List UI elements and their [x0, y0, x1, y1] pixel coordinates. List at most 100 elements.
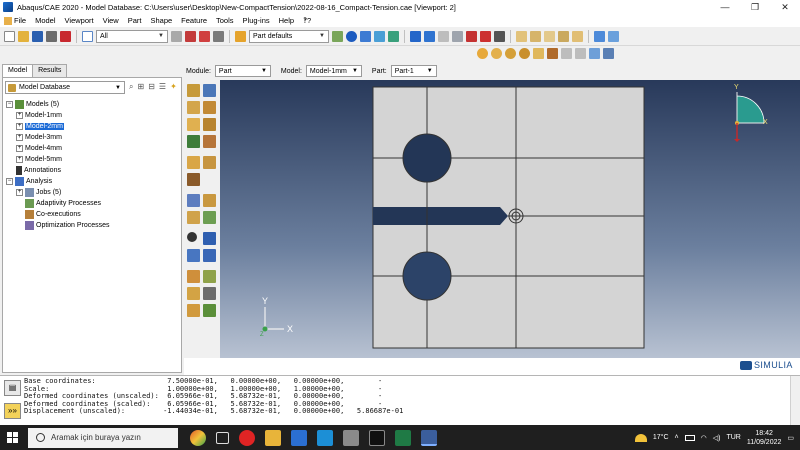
- create-part-icon[interactable]: [187, 84, 200, 97]
- task-view-icon[interactable]: [216, 431, 229, 444]
- tree-model-3mm[interactable]: + Model-3mm: [6, 132, 180, 143]
- datum-axis-icon[interactable]: [203, 232, 216, 245]
- partition-face-icon[interactable]: [203, 194, 216, 207]
- wifi-icon[interactable]: ◠: [701, 434, 707, 442]
- cortana-icon[interactable]: [190, 429, 206, 446]
- hidden-line-icon[interactable]: [491, 48, 502, 59]
- select-tool-icon[interactable]: [171, 30, 182, 42]
- create-cut-icon[interactable]: [203, 118, 216, 131]
- options-icon[interactable]: ☰: [159, 82, 166, 92]
- opera-icon[interactable]: [239, 429, 255, 446]
- select-arrow-icon[interactable]: [82, 30, 93, 42]
- datum-point-icon[interactable]: [187, 232, 197, 242]
- view-triad-icon[interactable]: [736, 95, 765, 124]
- message-area-toggle-button[interactable]: ▤: [4, 380, 21, 396]
- volume-icon[interactable]: ◁): [713, 434, 721, 442]
- part-drawing[interactable]: Y X Y X Z: [220, 80, 800, 358]
- app-icon[interactable]: [343, 429, 359, 446]
- create-chamfer-icon[interactable]: [203, 135, 216, 148]
- magnify-icon[interactable]: [438, 30, 449, 42]
- menu-tools[interactable]: Tools: [216, 16, 234, 25]
- pattern-icon[interactable]: [203, 156, 216, 169]
- tree-model-2mm[interactable]: + Model-2mm: [6, 121, 180, 132]
- partition-edge-icon[interactable]: [187, 194, 200, 207]
- open-folder-icon[interactable]: [18, 30, 29, 42]
- tree-models[interactable]: − Models (5): [6, 99, 180, 110]
- menu-file[interactable]: File: [4, 16, 26, 25]
- auto-fit-icon[interactable]: [480, 30, 491, 42]
- menu-view[interactable]: View: [103, 16, 119, 25]
- part-manager-icon[interactable]: [203, 84, 216, 97]
- datum-csys-icon[interactable]: [203, 249, 216, 262]
- module-select[interactable]: Part ▼: [214, 65, 271, 77]
- selection-options-icon[interactable]: [213, 30, 224, 42]
- tab-model[interactable]: Model: [2, 64, 34, 78]
- python-prompt-button[interactable]: »»: [4, 403, 21, 419]
- media-player-icon[interactable]: [317, 429, 333, 446]
- partition-cell-icon[interactable]: [187, 211, 200, 224]
- filter-icon[interactable]: ⌕: [129, 82, 133, 92]
- menu-shape[interactable]: Shape: [150, 16, 172, 25]
- tree-model-1mm[interactable]: + Model-1mm: [6, 110, 180, 121]
- print-icon[interactable]: [46, 30, 57, 42]
- cube-view-icon[interactable]: [374, 30, 385, 42]
- view-front-icon[interactable]: [516, 30, 527, 42]
- translucency-icon[interactable]: [589, 48, 600, 59]
- extrude-solid-icon[interactable]: [187, 101, 200, 114]
- terminal-icon[interactable]: [369, 429, 385, 446]
- expand-toggle-icon[interactable]: +: [16, 189, 23, 196]
- shaded-edges-icon[interactable]: [519, 48, 530, 59]
- view-bottom-icon[interactable]: [572, 30, 583, 42]
- assign-icon[interactable]: [187, 304, 200, 317]
- red-tool-icon[interactable]: [60, 30, 71, 42]
- tree-annotations[interactable]: Annotations: [6, 165, 180, 176]
- notification-icon[interactable]: ▭: [787, 434, 794, 442]
- tab-results[interactable]: Results: [32, 64, 68, 78]
- view-top-icon[interactable]: [558, 30, 569, 42]
- view-manager-icon[interactable]: [594, 30, 605, 42]
- partition-split-icon[interactable]: [203, 211, 216, 224]
- render-style-select[interactable]: Part defaults ▼: [249, 29, 329, 43]
- tool-manager-icon[interactable]: [203, 304, 216, 317]
- rotate-icon[interactable]: [424, 30, 435, 42]
- excel-icon[interactable]: [395, 429, 411, 446]
- cycle-views-icon[interactable]: [494, 30, 505, 42]
- sketch-icon[interactable]: [187, 270, 200, 283]
- collapse-toggle-icon[interactable]: −: [6, 178, 13, 185]
- collapse-toggle-icon[interactable]: −: [6, 101, 13, 108]
- expand-toggle-icon[interactable]: +: [16, 134, 23, 141]
- part-select[interactable]: Part-1 ▼: [390, 65, 437, 77]
- viewport[interactable]: Y X Y X Z: [220, 80, 800, 358]
- geometry-edit-icon[interactable]: [203, 287, 216, 300]
- select-red-icon[interactable]: [199, 30, 210, 42]
- store-icon[interactable]: [291, 429, 307, 446]
- select-pointer-icon[interactable]: [547, 48, 558, 59]
- redo-icon[interactable]: [575, 48, 586, 59]
- model-select[interactable]: Model-1mm ▼: [305, 65, 362, 77]
- repair-icon[interactable]: [187, 173, 200, 186]
- expand-toggle-icon[interactable]: +: [16, 145, 23, 152]
- clock[interactable]: 18:42 11/09/2022: [747, 429, 782, 447]
- create-wire-icon[interactable]: [187, 118, 200, 131]
- datum-plane-icon[interactable]: [187, 249, 200, 262]
- taskbar-search[interactable]: Aramak için buraya yazın: [28, 427, 178, 448]
- file-explorer-icon[interactable]: [265, 429, 281, 446]
- weather-temp[interactable]: 17°C: [653, 434, 669, 441]
- undo-icon[interactable]: [561, 48, 572, 59]
- tray-chevron-icon[interactable]: ˄: [675, 434, 679, 441]
- save-icon[interactable]: [32, 30, 43, 42]
- virtual-topology-icon[interactable]: [203, 270, 216, 283]
- create-round-icon[interactable]: [187, 135, 200, 148]
- menu-help[interactable]: Help: [279, 16, 294, 25]
- pan-icon[interactable]: [410, 30, 421, 42]
- tree-adaptivity[interactable]: Adaptivity Processes: [6, 198, 180, 209]
- tree-analysis[interactable]: − Analysis: [6, 176, 180, 187]
- perspective-icon[interactable]: [533, 48, 544, 59]
- database-select[interactable]: Model Database ▼: [5, 81, 125, 94]
- close-button[interactable]: ✕: [770, 2, 800, 13]
- tree-jobs[interactable]: + Jobs (5): [6, 187, 180, 198]
- expand-icon[interactable]: ⊞: [137, 82, 144, 92]
- create-shell-icon[interactable]: [203, 101, 216, 114]
- battery-icon[interactable]: [684, 434, 695, 441]
- menu-model[interactable]: Model: [35, 16, 55, 25]
